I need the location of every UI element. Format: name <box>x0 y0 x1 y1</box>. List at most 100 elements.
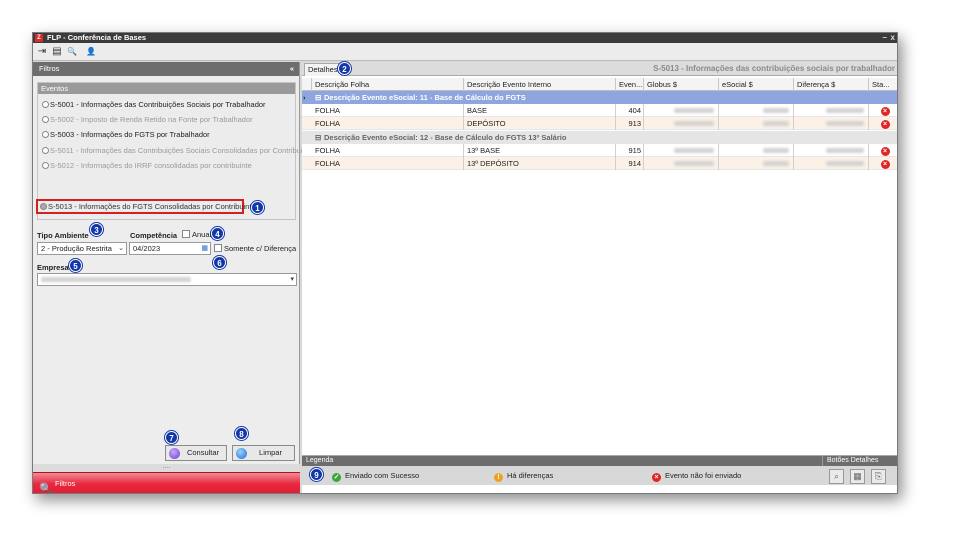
col-diferenca[interactable]: Diferença $ <box>794 78 869 91</box>
close-button[interactable]: x <box>891 33 895 43</box>
collapse-group-icon[interactable]: ⊟ <box>315 131 321 144</box>
empresa-value-redacted <box>41 277 191 282</box>
error-icon: × <box>880 147 890 156</box>
anual-checkbox[interactable]: Anual <box>182 230 211 239</box>
clear-icon <box>236 448 247 459</box>
minimize-button[interactable]: – <box>883 33 887 43</box>
cell-codigo: 404 <box>616 104 644 117</box>
callout-badge-3: 3 <box>90 223 103 236</box>
error-icon: × <box>652 473 661 482</box>
group-row-12[interactable]: ⊟ Descrição Evento eSocial: 12 - Base de… <box>302 131 897 144</box>
competencia-label: Competência <box>130 231 178 240</box>
cell-evento: DEPÓSITO <box>464 117 616 130</box>
search-icon: 🔍 <box>39 483 53 494</box>
radio-icon <box>42 147 49 154</box>
event-label: S-5012 - Informações do IRRF consolidada… <box>50 161 252 170</box>
callout-badge-5: 5 <box>69 259 82 272</box>
cell-folha: FOLHA <box>312 144 464 157</box>
warning-icon: ! <box>494 473 503 482</box>
col-esocial[interactable]: eSocial $ <box>719 78 794 91</box>
table-row[interactable]: FOLHA 13º BASE 915 × <box>302 144 897 157</box>
table-row[interactable]: FOLHA BASE 404 × <box>302 104 897 117</box>
save-button[interactable]: ▦ <box>850 469 865 484</box>
legend-difference: ! Há diferenças <box>494 471 553 482</box>
details-header: Detalhes 2 S-5013 - Informações das cont… <box>302 62 897 76</box>
cell-codigo: 914 <box>616 157 644 170</box>
tipo-ambiente-label: Tipo Ambiente <box>37 231 89 240</box>
report-icon[interactable]: ▤ <box>51 46 63 58</box>
event-label: S-5001 - Informações das Contribuições S… <box>50 100 266 109</box>
cell-evento: 13º BASE <box>464 144 616 157</box>
col-descricao-folha[interactable]: Descrição Folha <box>312 78 464 91</box>
radio-icon <box>42 162 49 169</box>
cell-diferenca <box>794 104 869 117</box>
limpar-button[interactable]: Limpar <box>232 445 295 461</box>
legend-success: ✓ Enviado com Sucesso <box>332 471 419 482</box>
table-row[interactable]: FOLHA 13º DEPÓSITO 914 × <box>302 157 897 170</box>
consultar-label: Consultar <box>186 448 220 457</box>
dropdown-arrow-icon: ▾ <box>290 276 294 283</box>
buttons-details-header: Botões Detalhes <box>822 456 878 466</box>
callout-badge-7: 7 <box>165 431 178 444</box>
event-radio-s5012[interactable]: S-5012 - Informações do IRRF consolidada… <box>42 160 252 171</box>
panel-splitter[interactable]: .... <box>33 462 300 472</box>
details-title: S-5013 - Informações das contribuições s… <box>653 64 895 73</box>
filters-header: Filtros « <box>33 62 299 76</box>
tipo-ambiente-select[interactable]: 2 - Produção Restrita ⌄ <box>37 242 127 255</box>
cell-esocial <box>719 144 794 157</box>
table-row[interactable]: FOLHA DEPÓSITO 913 × <box>302 117 897 130</box>
event-radio-s5001[interactable]: S-5001 - Informações das Contribuições S… <box>42 99 266 110</box>
preview-button[interactable]: ⌕ <box>829 469 844 484</box>
search-icon[interactable]: 🔍 <box>66 46 78 58</box>
limpar-label: Limpar <box>259 448 282 457</box>
export-button[interactable]: ⎘ <box>871 469 886 484</box>
col-status[interactable]: Sta... <box>869 78 897 91</box>
users-icon[interactable]: 👤 <box>85 46 97 58</box>
cell-folha: FOLHA <box>312 104 464 117</box>
empresa-select[interactable]: ▾ <box>37 273 297 286</box>
tab-detalhes[interactable]: Detalhes <box>304 63 342 76</box>
check-icon: ✓ <box>332 473 341 482</box>
somente-diferenca-label: Somente c/ Diferença <box>224 244 297 253</box>
collapse-icon[interactable]: « <box>290 62 294 76</box>
collapse-group-icon[interactable]: ⊟ <box>315 91 321 104</box>
callout-badge-9: 9 <box>310 468 323 481</box>
col-evento[interactable]: Even... <box>616 78 644 91</box>
event-radio-s5011[interactable]: S-5011 - Informações das Contribuições S… <box>42 145 313 156</box>
group-label: Descrição Evento eSocial: 12 - Base de C… <box>324 133 567 142</box>
cell-folha: FOLHA <box>312 117 464 130</box>
event-radio-s5002[interactable]: S-5002 - Imposto de Renda Retido na Font… <box>42 114 253 125</box>
event-radio-s5013[interactable]: S-5013 - Informações do FGTS Consolidada… <box>40 201 256 212</box>
cell-esocial <box>719 117 794 130</box>
filtros-nav-bar[interactable]: 🔍 Filtros <box>33 472 300 494</box>
legend-header-label: Legenda <box>306 457 334 464</box>
chevron-down-icon: ⌄ <box>118 245 124 252</box>
error-icon: × <box>880 107 890 116</box>
cell-diferenca <box>794 144 869 157</box>
cell-status: × <box>869 117 897 130</box>
cell-esocial <box>719 157 794 170</box>
window-title: FLP - Conferência de Bases <box>47 33 147 42</box>
cell-evento: BASE <box>464 104 616 117</box>
group-row-11[interactable]: › ⊟ Descrição Evento eSocial: 11 - Base … <box>302 91 897 104</box>
radio-icon <box>40 203 47 210</box>
col-descricao-evento-interno[interactable]: Descrição Evento Interno <box>464 78 616 91</box>
col-globus[interactable]: Globus $ <box>644 78 719 91</box>
legend-difference-label: Há diferenças <box>507 471 554 480</box>
event-label: S-5002 - Imposto de Renda Retido na Font… <box>50 115 253 124</box>
exit-icon[interactable]: ⇥ <box>36 46 48 58</box>
cell-status: × <box>869 104 897 117</box>
competencia-input[interactable]: 04/2023 ▦ <box>129 242 211 255</box>
callout-badge-1: 1 <box>251 201 264 214</box>
somente-diferenca-checkbox[interactable]: Somente c/ Diferença <box>214 244 296 253</box>
cell-codigo: 913 <box>616 117 644 130</box>
consultar-button[interactable]: Consultar <box>165 445 227 461</box>
calendar-icon[interactable]: ▦ <box>201 243 208 254</box>
cell-codigo: 915 <box>616 144 644 157</box>
callout-badge-2: 2 <box>338 62 351 75</box>
toolbar: ⇥ ▤ 🔍 👤 <box>33 43 897 61</box>
event-radio-s5003[interactable]: S-5003 - Informações do FGTS por Trabalh… <box>42 129 210 140</box>
event-label: S-5011 - Informações das Contribuições S… <box>50 146 313 155</box>
grid-header: Descrição Folha Descrição Evento Interno… <box>302 78 897 91</box>
cell-status: × <box>869 144 897 157</box>
